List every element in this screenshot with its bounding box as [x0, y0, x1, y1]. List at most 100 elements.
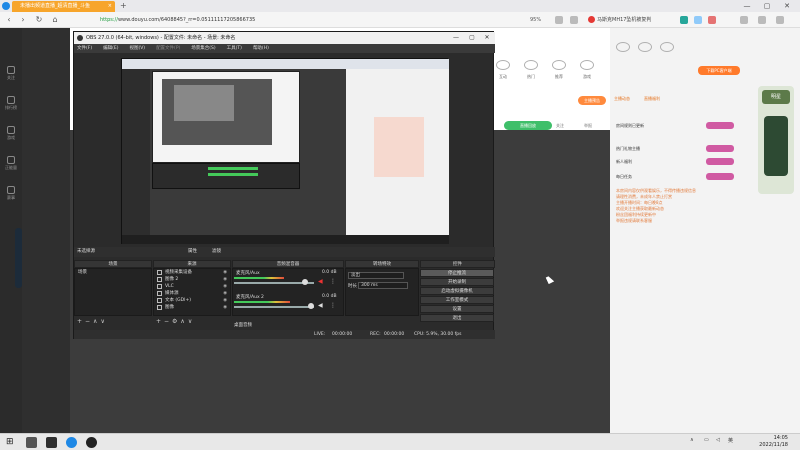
- visibility-icon[interactable]: ◉: [223, 304, 227, 311]
- sidebar-item-ranking[interactable]: 排行榜: [2, 94, 20, 112]
- obs-taskbar-icon[interactable]: [86, 437, 97, 448]
- category-games-icon[interactable]: [580, 60, 594, 70]
- source-item[interactable]: 文本 (GDI+) ◉: [154, 297, 230, 304]
- tab-live-welfare[interactable]: 直播福利: [644, 96, 660, 102]
- replay-pill[interactable]: 直播回放: [504, 121, 552, 130]
- report-link[interactable]: 举报: [584, 123, 592, 129]
- transition-select[interactable]: 淡出: [348, 272, 404, 279]
- browser-taskbar-icon[interactable]: [66, 437, 77, 448]
- follow-link[interactable]: 关注: [556, 123, 564, 129]
- home-button[interactable]: ⌂: [50, 15, 60, 25]
- promo-banner[interactable]: 明星: [758, 86, 794, 194]
- obs-minimize-button[interactable]: —: [450, 32, 462, 44]
- network-icon[interactable]: ▭: [704, 437, 709, 443]
- download-pc-button[interactable]: 下载PC客户端: [698, 66, 740, 75]
- menu-tools[interactable]: 工具(T): [227, 44, 242, 53]
- tab-close-icon[interactable]: ×: [108, 1, 112, 12]
- task-view-icon[interactable]: [26, 437, 37, 448]
- virtual-camera-button[interactable]: 启动虚拟摄像机: [420, 287, 494, 295]
- obs-close-button[interactable]: ✕: [481, 32, 493, 44]
- rp-badge[interactable]: [706, 173, 734, 180]
- filters-button[interactable]: 滤镜: [212, 247, 221, 257]
- tab-douyu[interactable]: 未播出频道直播_超清直播_斗鱼 ×: [12, 1, 115, 12]
- url-input[interactable]: https://www.douyu.com/6408845?_rr=0.0511…: [100, 15, 480, 25]
- menu-edit[interactable]: 编辑(E): [103, 44, 118, 53]
- sidebar-item-follow[interactable]: 关注: [2, 64, 20, 82]
- obs-preview[interactable]: [121, 58, 449, 244]
- fans-icon[interactable]: [660, 42, 674, 52]
- scenes-list[interactable]: 场景: [74, 268, 152, 316]
- rp-badge[interactable]: [706, 122, 734, 129]
- menu-file[interactable]: 文件(F): [77, 44, 92, 53]
- gear-icon[interactable]: ⋮: [330, 302, 336, 309]
- obs-maximize-button[interactable]: ▢: [466, 32, 478, 44]
- settings-icon[interactable]: [758, 16, 766, 24]
- volume-icon[interactable]: ◁: [716, 437, 720, 443]
- menu-icon[interactable]: [776, 16, 784, 24]
- scene-tools[interactable]: +−∧∨: [77, 318, 108, 325]
- visibility-icon[interactable]: ◉: [223, 283, 227, 290]
- search-suggestion[interactable]: 马斯克MH17坠机被复判: [588, 15, 651, 25]
- source-item[interactable]: 图像 ◉: [154, 304, 230, 311]
- category-recommend-icon[interactable]: [552, 60, 566, 70]
- source-item[interactable]: 图像 2 ◉: [154, 276, 230, 283]
- settings-button[interactable]: 设置: [420, 305, 494, 313]
- source-item[interactable]: 视频采集设备 ◉: [154, 269, 230, 276]
- volume-knob[interactable]: [308, 303, 314, 309]
- visibility-icon[interactable]: ◉: [223, 297, 227, 304]
- source-tools[interactable]: +−⚙∧∨: [156, 318, 195, 325]
- ad-block-icon[interactable]: [555, 16, 563, 24]
- close-button[interactable]: ✕: [780, 0, 794, 12]
- rp-badge[interactable]: [706, 145, 734, 152]
- back-button[interactable]: ‹: [4, 15, 14, 25]
- menu-view[interactable]: 视图(V): [129, 44, 145, 53]
- minimize-button[interactable]: —: [740, 0, 754, 12]
- rank-icon[interactable]: [616, 42, 630, 52]
- preview-pill[interactable]: 主播预告: [578, 96, 606, 105]
- extension-icon[interactable]: [680, 16, 688, 24]
- windows-start-icon[interactable]: ⊞: [6, 437, 17, 448]
- maximize-button[interactable]: ▢: [760, 0, 774, 12]
- downloads-icon[interactable]: [708, 16, 716, 24]
- scroll-handle[interactable]: [15, 228, 22, 288]
- tray-chevron-icon[interactable]: ∧: [690, 437, 694, 443]
- zoom-level[interactable]: 95%: [530, 15, 541, 25]
- rp-badge[interactable]: [706, 158, 734, 165]
- screenshot-icon[interactable]: [694, 16, 702, 24]
- visibility-icon[interactable]: ◉: [223, 290, 227, 297]
- account-icon[interactable]: [570, 16, 578, 24]
- properties-button[interactable]: 属性: [188, 247, 197, 257]
- sidebar-item-energy[interactable]: 正能量: [2, 154, 20, 172]
- menu-profile[interactable]: 配置文件(P): [156, 44, 180, 53]
- category-interact-icon[interactable]: [496, 60, 510, 70]
- muted-icon[interactable]: ◀: [318, 278, 323, 285]
- scene-item[interactable]: 场景: [75, 269, 151, 276]
- volume-knob[interactable]: [302, 279, 308, 285]
- sidebar-item-games[interactable]: 游戏: [2, 124, 20, 142]
- file-explorer-icon[interactable]: [46, 437, 57, 448]
- duration-input[interactable]: 300 ms: [358, 282, 408, 289]
- studio-mode-button[interactable]: 工作室模式: [420, 296, 494, 304]
- clock[interactable]: 14:05 2022/11/18: [748, 435, 788, 449]
- gift-icon[interactable]: [638, 42, 652, 52]
- source-item[interactable]: VLC ◉: [154, 283, 230, 290]
- menu-help[interactable]: 帮助(H): [253, 44, 269, 53]
- tab-anchor-news[interactable]: 主播动态: [614, 96, 630, 102]
- visibility-icon[interactable]: ◉: [223, 276, 227, 283]
- new-tab-button[interactable]: +: [120, 0, 127, 12]
- gear-icon[interactable]: ⋮: [330, 278, 336, 285]
- stop-streaming-button[interactable]: 停止推流: [420, 269, 494, 277]
- forward-button[interactable]: ›: [18, 15, 28, 25]
- undo-icon[interactable]: [740, 16, 748, 24]
- source-item[interactable]: 媒体源 ◉: [154, 290, 230, 297]
- visibility-icon[interactable]: ◉: [223, 269, 227, 276]
- menu-scene-collection[interactable]: 场景集合(S): [191, 44, 215, 53]
- ime-indicator[interactable]: 英: [728, 437, 733, 444]
- speaker-icon[interactable]: ◀: [318, 302, 323, 309]
- category-hot-icon[interactable]: [524, 60, 538, 70]
- exit-button[interactable]: 退出: [420, 314, 494, 322]
- sidebar-item-events[interactable]: 赛事: [2, 184, 20, 202]
- reload-button[interactable]: ↻: [34, 15, 44, 25]
- volume-slider[interactable]: [234, 306, 314, 308]
- start-recording-button[interactable]: 开始录制: [420, 278, 494, 286]
